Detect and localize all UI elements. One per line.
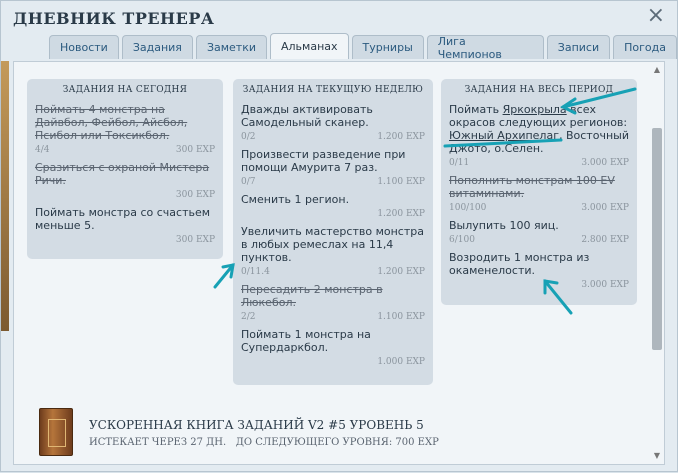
task-item: Поймать 4 монстра на Дайвбол, Фейбол, Ай… <box>35 103 215 155</box>
task-item: Сменить 1 регион. 1.200 EXP <box>241 193 425 219</box>
window-title: ДНЕВНИК ТРЕНЕРА <box>13 9 215 28</box>
task-item: Возродить 1 монстра из окаменелости. 3.0… <box>449 251 629 290</box>
scrollbar-thumb[interactable] <box>652 128 662 350</box>
monster-link[interactable]: Яркокрыла <box>503 103 567 116</box>
task-reward: 1.200 EXP <box>377 209 425 219</box>
column-title: ЗАДАНИЯ НА СЕГОДНЯ <box>62 85 188 95</box>
task-text: Поймать монстра со счастьем меньше 5. <box>35 206 211 232</box>
task-text: Возродить 1 монстра из окаменелости. <box>449 251 590 277</box>
close-icon[interactable]: × <box>647 5 665 27</box>
task-reward: 1.200 EXP <box>377 267 425 277</box>
today-tasks-column: ЗАДАНИЯ НА СЕГОДНЯ Поймать 4 монстра на … <box>27 79 223 259</box>
tab-news[interactable]: Новости <box>49 35 119 59</box>
task-text: Произвести разведение при помощи Амурита… <box>241 148 406 174</box>
task-text: Сразиться с охраной Мистера Ричи. <box>35 161 210 187</box>
tab-notes[interactable]: Заметки <box>195 35 267 59</box>
tab-champions-league[interactable]: Лига Чемпионов <box>426 35 544 61</box>
task-progress: 6/100 <box>449 235 475 245</box>
task-text: Сменить 1 регион. <box>241 193 350 206</box>
task-text: Поймать 1 монстра на Супердаркбол. <box>241 328 371 354</box>
task-reward: 300 EXP <box>175 190 215 200</box>
task-text: Дважды активировать Самодельный сканер. <box>241 103 373 129</box>
task-reward: 3.000 EXP <box>581 280 629 290</box>
quest-book-title: УСКОРЕННАЯ КНИГА ЗАДАНИЙ V2 #5 УРОВЕНЬ 5 <box>89 418 424 432</box>
task-item: Поймать монстра со счастьем меньше 5. 30… <box>35 206 215 245</box>
task-progress: 0/7 <box>241 177 256 187</box>
weekly-tasks-column: ЗАДАНИЯ НА ТЕКУЩУЮ НЕДЕЛЮ Дважды активир… <box>233 79 433 385</box>
column-title: ЗАДАНИЯ НА ТЕКУЩУЮ НЕДЕЛЮ <box>242 85 424 95</box>
task-item: Поймать Яркокрыла всех окрасов следующих… <box>449 103 629 168</box>
task-text: Поймать 4 монстра на Дайвбол, Фейбол, Ай… <box>35 103 188 142</box>
background-artwork-edge <box>1 61 9 331</box>
scroll-up-icon[interactable]: ▲ <box>652 65 662 75</box>
tab-records[interactable]: Записи <box>546 35 611 59</box>
column-title: ЗАДАНИЯ НА ВЕСЬ ПЕРИОД <box>464 85 614 95</box>
trainer-diary-window: ДНЕВНИК ТРЕНЕРА × Новости Задания Заметк… <box>0 0 678 472</box>
tab-almanac[interactable]: Альманах <box>270 33 349 59</box>
quest-book-icon[interactable] <box>39 408 73 456</box>
task-item: Пополнить монстрам 100 EV витаминами. 10… <box>449 174 629 213</box>
task-text: Пересадить 2 монстра в Люкебол. <box>241 283 383 309</box>
tab-tasks[interactable]: Задания <box>121 35 193 59</box>
task-progress: 2/2 <box>241 312 256 322</box>
tab-tournaments[interactable]: Турниры <box>351 35 424 59</box>
task-item: Сразиться с охраной Мистера Ричи. 300 EX… <box>35 161 215 200</box>
task-reward: 300 EXP <box>175 235 215 245</box>
quest-book-meta: ИСТЕКАЕТ ЧЕРЕЗ 27 ДН. ДО СЛЕДУЮЩЕГО УРОВ… <box>89 437 439 448</box>
task-reward: 2.800 EXP <box>581 235 629 245</box>
task-text: Вылупить 100 яиц. <box>449 219 559 232</box>
task-progress: 0/11.4 <box>241 267 270 277</box>
task-progress: 100/100 <box>449 203 487 213</box>
task-progress: 0/11 <box>449 158 470 168</box>
tab-bar: Новости Задания Заметки Альманах Турниры… <box>49 33 677 61</box>
task-reward: 1.000 EXP <box>377 357 425 367</box>
task-text: Пополнить монстрам 100 EV витаминами. <box>449 174 615 200</box>
task-reward: 1.200 EXP <box>377 132 425 142</box>
task-item: Вылупить 100 яиц. 6/100 2.800 EXP <box>449 219 629 245</box>
task-item: Увеличить мастерство монстра в любых рем… <box>241 225 425 277</box>
expires-text: ИСТЕКАЕТ ЧЕРЕЗ 27 ДН. <box>89 437 227 448</box>
task-reward: 300 EXP <box>175 145 215 155</box>
task-reward: 1.100 EXP <box>377 312 425 322</box>
task-progress: 4/4 <box>35 145 50 155</box>
task-item: Дважды активировать Самодельный сканер. … <box>241 103 425 142</box>
task-text: Поймать Яркокрыла всех окрасов следующих… <box>449 103 629 155</box>
task-text: Увеличить мастерство монстра в любых рем… <box>241 225 424 264</box>
task-text-part: Поймать <box>449 103 503 116</box>
task-progress: 0/2 <box>241 132 256 142</box>
tab-weather[interactable]: Погода <box>613 35 677 59</box>
region-link[interactable]: Южный Архипелаг <box>449 129 559 142</box>
task-item: Пересадить 2 монстра в Люкебол. 2/2 1.100… <box>241 283 425 322</box>
task-item: Произвести разведение при помощи Амурита… <box>241 148 425 187</box>
task-item: Поймать 1 монстра на Супердаркбол. 1.000… <box>241 328 425 367</box>
task-reward: 3.000 EXP <box>581 203 629 213</box>
task-reward: 1.100 EXP <box>377 177 425 187</box>
period-tasks-column: ЗАДАНИЯ НА ВЕСЬ ПЕРИОД Поймать Яркокрыла… <box>441 79 637 305</box>
task-reward: 3.000 EXP <box>581 158 629 168</box>
scroll-down-icon[interactable]: ▼ <box>652 451 662 461</box>
next-level-text: ДО СЛЕДУЮЩЕГО УРОВНЯ: 700 EXP <box>235 437 439 448</box>
